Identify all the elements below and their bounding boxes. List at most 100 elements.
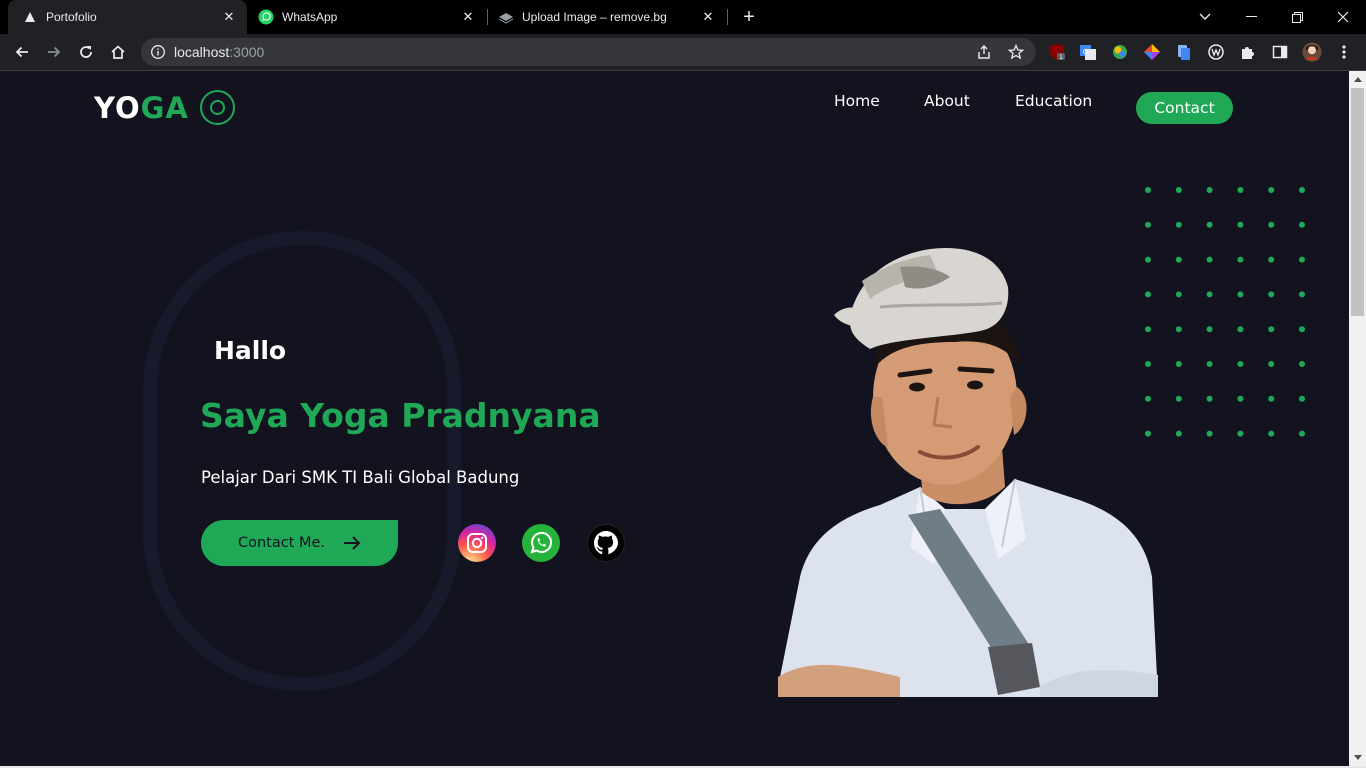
decorative-dot bbox=[1299, 395, 1305, 402]
logo-ring-icon bbox=[199, 90, 235, 125]
color-picker-extension-icon[interactable] bbox=[1142, 42, 1162, 62]
decorative-dot bbox=[1237, 221, 1244, 228]
reload-button[interactable] bbox=[72, 38, 100, 66]
whatsapp-link[interactable] bbox=[522, 524, 560, 562]
decorative-dot bbox=[1206, 395, 1213, 402]
extension-badge-count: 1 bbox=[1059, 54, 1063, 61]
svg-text:G: G bbox=[1083, 48, 1088, 56]
tab-close-icon[interactable]: ✕ bbox=[460, 9, 476, 25]
hero-background-oval bbox=[143, 231, 461, 691]
restore-button[interactable] bbox=[1274, 0, 1320, 34]
tab-separator bbox=[727, 9, 728, 25]
hero-subtitle: Pelajar Dari SMK TI Bali Global Badung bbox=[201, 468, 520, 487]
decorative-dot bbox=[1237, 395, 1244, 402]
portfolio-favicon-icon bbox=[22, 9, 38, 25]
nav-contact-button[interactable]: Contact bbox=[1136, 92, 1233, 124]
decorative-dot bbox=[1175, 221, 1182, 228]
decorative-dot bbox=[1206, 221, 1213, 228]
decorative-dot bbox=[1299, 256, 1305, 263]
decorative-dot bbox=[1268, 326, 1275, 333]
decorative-dot bbox=[1299, 291, 1305, 298]
whatsapp-favicon-icon bbox=[258, 9, 274, 25]
contact-me-label: Contact Me. bbox=[237, 535, 326, 551]
nav-education[interactable]: Education bbox=[1015, 92, 1092, 110]
forward-button[interactable] bbox=[40, 38, 68, 66]
logo-text-suffix: GA bbox=[140, 90, 189, 125]
logo-text-prefix: YO bbox=[94, 90, 141, 125]
scroll-down-arrow-icon[interactable] bbox=[1349, 749, 1366, 766]
decorative-dot bbox=[1237, 187, 1244, 193]
url-text[interactable]: localhost:3000 bbox=[174, 44, 264, 60]
whatsapp-icon bbox=[530, 531, 553, 554]
decorative-dot bbox=[1299, 326, 1305, 333]
decorative-dot bbox=[1206, 326, 1213, 333]
decorative-dot bbox=[1268, 395, 1275, 402]
close-window-button[interactable] bbox=[1320, 0, 1366, 34]
tab-close-icon[interactable]: ✕ bbox=[700, 9, 716, 25]
colorful-extension-icon[interactable] bbox=[1110, 42, 1130, 62]
portfolio-page: YO GA Home About Education Contact Hallo … bbox=[0, 71, 1349, 766]
tab-removebg[interactable]: Upload Image – remove.bg ✕ bbox=[490, 0, 726, 34]
decorative-dot bbox=[1175, 326, 1182, 333]
decorative-dot bbox=[1145, 187, 1151, 193]
decorative-dot bbox=[1268, 430, 1275, 437]
decorative-dot bbox=[1299, 221, 1305, 228]
extensions-puzzle-icon[interactable] bbox=[1238, 42, 1258, 62]
nav-about[interactable]: About bbox=[924, 92, 970, 110]
decorative-dot bbox=[1237, 361, 1244, 367]
decorative-dot bbox=[1175, 361, 1182, 367]
github-link[interactable] bbox=[587, 524, 625, 562]
decorative-dot bbox=[1206, 430, 1213, 437]
url-host: localhost bbox=[174, 44, 230, 60]
decorative-dot bbox=[1175, 187, 1182, 193]
back-button[interactable] bbox=[8, 38, 36, 66]
decorative-dot bbox=[1206, 291, 1213, 298]
decorative-dot bbox=[1268, 187, 1275, 193]
decorative-dot-grid bbox=[1145, 187, 1305, 437]
tab-whatsapp[interactable]: WhatsApp ✕ bbox=[250, 0, 486, 34]
contact-me-button[interactable]: Contact Me. bbox=[201, 520, 398, 566]
tab-portofolio[interactable]: Portofolio ✕ bbox=[8, 0, 247, 34]
hero-greeting: Hallo bbox=[214, 336, 287, 365]
decorative-dot bbox=[1299, 430, 1305, 437]
decorative-dot bbox=[1268, 221, 1275, 228]
scroll-up-arrow-icon[interactable] bbox=[1349, 71, 1366, 88]
site-info-icon[interactable] bbox=[150, 44, 166, 60]
decorative-dot bbox=[1145, 221, 1151, 228]
ublock-extension-icon[interactable]: 1 bbox=[1047, 42, 1067, 62]
tab-search-chevron-down-icon[interactable] bbox=[1182, 0, 1228, 34]
removebg-favicon-icon bbox=[498, 9, 514, 25]
tab-strip: Portofolio ✕ WhatsApp ✕ Upload Image – r… bbox=[0, 0, 1366, 34]
decorative-dot bbox=[1206, 187, 1213, 193]
scrollbar-thumb[interactable] bbox=[1351, 88, 1364, 316]
tab-separator bbox=[487, 9, 488, 25]
instagram-icon bbox=[467, 533, 487, 553]
github-icon bbox=[594, 531, 618, 555]
minimize-button[interactable] bbox=[1228, 0, 1274, 34]
decorative-dot bbox=[1268, 361, 1275, 367]
translate-extension-icon[interactable]: G bbox=[1078, 42, 1098, 62]
bookmark-star-icon[interactable] bbox=[1006, 42, 1026, 62]
address-bar[interactable] bbox=[141, 38, 1036, 66]
tab-title: WhatsApp bbox=[282, 10, 338, 24]
profile-avatar[interactable] bbox=[1302, 42, 1322, 62]
decorative-dot bbox=[1299, 187, 1305, 193]
home-button[interactable] bbox=[104, 38, 132, 66]
nav-home[interactable]: Home bbox=[834, 92, 880, 110]
decorative-dot bbox=[1175, 291, 1182, 298]
instagram-link[interactable] bbox=[458, 524, 496, 562]
site-logo[interactable]: YO GA bbox=[94, 90, 235, 125]
decorative-dot bbox=[1268, 291, 1275, 298]
profile-photo bbox=[778, 247, 1158, 697]
arrow-right-icon bbox=[344, 536, 361, 550]
url-port: :3000 bbox=[229, 44, 265, 60]
new-tab-button[interactable]: + bbox=[737, 5, 761, 29]
decorative-dot bbox=[1175, 430, 1182, 437]
browser-menu-icon[interactable] bbox=[1334, 42, 1354, 62]
tab-close-icon[interactable]: ✕ bbox=[221, 9, 237, 25]
decorative-dot bbox=[1237, 291, 1244, 298]
side-panel-icon[interactable] bbox=[1270, 42, 1290, 62]
share-icon[interactable] bbox=[974, 42, 994, 62]
wappalyzer-extension-icon[interactable] bbox=[1206, 42, 1226, 62]
docs-extension-icon[interactable] bbox=[1174, 42, 1194, 62]
